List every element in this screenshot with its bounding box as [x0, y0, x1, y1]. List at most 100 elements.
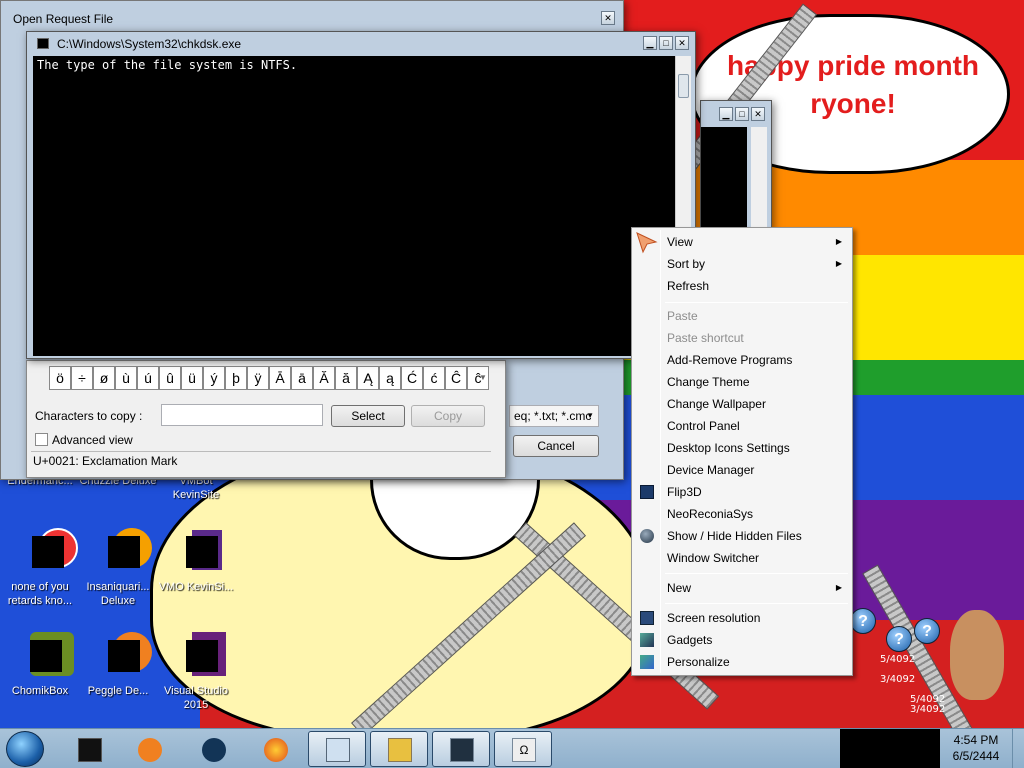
char-cell[interactable]: ö: [49, 366, 71, 390]
char-cell[interactable]: û: [159, 366, 181, 390]
minimize-button[interactable]: ▁: [719, 107, 733, 121]
desktop-icon-label: VMO KevinSi...: [158, 581, 234, 593]
file-type-select[interactable]: eq; *.txt; *.cmc ▼: [509, 405, 599, 427]
app-icon: [172, 632, 226, 680]
menu-item-sort-by[interactable]: Sort by ▶: [634, 253, 850, 275]
calculator-icon: [326, 738, 350, 762]
char-cell[interactable]: ø: [93, 366, 115, 390]
minimize-button[interactable]: ▁: [643, 36, 657, 50]
scroll-down-icon[interactable]: ▼: [479, 373, 487, 382]
char-cell[interactable]: þ: [225, 366, 247, 390]
cmd-icon: [78, 738, 102, 762]
gadget-area: ? ? ? 5/4092 3/4092 5/4092 3/4092: [840, 580, 1020, 730]
cancel-button[interactable]: Cancel: [513, 435, 599, 457]
globe-icon: [640, 529, 654, 543]
character-grid[interactable]: ö ÷ ø ù ú û ü ý þ ÿ Ā ā Ă ă Ą ą Ć ć Ĉ ĉ: [49, 366, 489, 390]
menu-item-personalize[interactable]: Personalize: [634, 651, 850, 673]
menu-item-view[interactable]: View ▶: [634, 231, 850, 253]
menu-label: Device Manager: [667, 463, 755, 477]
clock[interactable]: 4:54 PM 6/5/2444: [944, 732, 1008, 764]
menu-item-device-manager[interactable]: Device Manager: [634, 459, 850, 481]
app-icon: [16, 528, 78, 576]
desktop-icon-insaniquarium[interactable]: Insaniquari... Deluxe: [78, 528, 158, 608]
menu-item-window-switcher[interactable]: Window Switcher: [634, 547, 850, 569]
maximize-button[interactable]: □: [659, 36, 673, 50]
menu-label: Gadgets: [667, 633, 713, 647]
characters-to-copy-input[interactable]: [161, 404, 323, 426]
char-cell[interactable]: Ć: [401, 366, 423, 390]
taskbar-item-media-player[interactable]: [120, 731, 178, 767]
close-button[interactable]: ✕: [675, 36, 689, 50]
submenu-arrow-icon: ▶: [835, 237, 842, 246]
select-button[interactable]: Select: [331, 405, 405, 427]
menu-item-neoreconiasys[interactable]: NeoReconiaSys: [634, 503, 850, 525]
desktop-icon-none-of-you[interactable]: none of you retards kno...: [0, 528, 80, 608]
menu-item-desktop-icons-settings[interactable]: Desktop Icons Settings: [634, 437, 850, 459]
hamster-gadget[interactable]: [950, 610, 1004, 700]
charmap-icon: Ω: [512, 738, 536, 762]
menu-item-refresh[interactable]: Refresh: [634, 275, 850, 297]
menu-label: View: [667, 235, 693, 249]
menu-item-change-theme[interactable]: Change Theme: [634, 371, 850, 393]
char-cell[interactable]: ù: [115, 366, 137, 390]
app-icon: [94, 632, 152, 680]
char-cell[interactable]: ă: [335, 366, 357, 390]
char-cell[interactable]: Ą: [357, 366, 379, 390]
desktop-icon-chomikbox[interactable]: ChomikBox: [0, 632, 80, 698]
gadgets-icon: [640, 633, 654, 647]
char-cell[interactable]: Ā: [269, 366, 291, 390]
desktop-icon-vmo[interactable]: VMO KevinSi...: [156, 528, 236, 594]
char-cell[interactable]: ü: [181, 366, 203, 390]
taskbar-item-cmd[interactable]: [60, 731, 118, 767]
char-cell[interactable]: Ĉ: [445, 366, 467, 390]
taskbar-item-chkdsk[interactable]: [432, 731, 490, 767]
char-cell[interactable]: ą: [379, 366, 401, 390]
menu-item-show-hide-hidden-files[interactable]: Show / Hide Hidden Files: [634, 525, 850, 547]
help-icon[interactable]: ?: [886, 626, 912, 652]
close-button[interactable]: ✕: [601, 11, 615, 25]
maximize-button[interactable]: □: [735, 107, 749, 121]
char-cell[interactable]: Ă: [313, 366, 335, 390]
file-type-value: eq; *.txt; *.cmc: [514, 409, 592, 423]
media-player-icon: [138, 738, 162, 762]
console-output[interactable]: The type of the file system is NTFS.: [33, 56, 677, 356]
show-desktop-button[interactable]: [1012, 729, 1024, 768]
menu-item-paste[interactable]: Paste: [634, 305, 850, 327]
taskbar-item-steam[interactable]: [184, 731, 242, 767]
char-cell[interactable]: ć: [423, 366, 445, 390]
start-button[interactable]: [6, 731, 44, 767]
clock-time: 4:54 PM: [953, 733, 999, 747]
help-icon[interactable]: ?: [914, 618, 940, 644]
char-cell[interactable]: ÷: [71, 366, 93, 390]
taskbar-item-firefox[interactable]: [246, 731, 304, 767]
menu-item-gadgets[interactable]: Gadgets: [634, 629, 850, 651]
char-cell[interactable]: ý: [203, 366, 225, 390]
menu-item-flip3d[interactable]: Flip3D: [634, 481, 850, 503]
scrollbar-thumb[interactable]: [678, 74, 689, 98]
menu-item-change-wallpaper[interactable]: Change Wallpaper: [634, 393, 850, 415]
menu-item-new[interactable]: New ▶: [634, 577, 850, 599]
char-cell[interactable]: ú: [137, 366, 159, 390]
title-bar[interactable]: C:\Windows\System32\chkdsk.exe ▁ □ ✕: [27, 32, 695, 56]
copy-button[interactable]: Copy: [411, 405, 485, 427]
char-cell[interactable]: ÿ: [247, 366, 269, 390]
clock-date: 6/5/2444: [952, 749, 1000, 763]
help-icon[interactable]: ?: [850, 608, 876, 634]
taskbar-item-charmap[interactable]: Ω: [494, 731, 552, 767]
menu-item-paste-shortcut[interactable]: Paste shortcut: [634, 327, 850, 349]
desktop-icon-visual-studio[interactable]: Visual Studio 2015: [156, 632, 236, 712]
taskbar-item-calculator[interactable]: [308, 731, 366, 767]
close-button[interactable]: ✕: [751, 107, 765, 121]
char-cell[interactable]: ā: [291, 366, 313, 390]
taskbar-item-keys[interactable]: [370, 731, 428, 767]
status-bar: U+0021: Exclamation Mark: [33, 454, 178, 468]
banner-line-1: happy pride month: [727, 50, 979, 81]
menu-item-control-panel[interactable]: Control Panel: [634, 415, 850, 437]
menu-item-screen-resolution[interactable]: Screen resolution: [634, 607, 850, 629]
menu-item-add-remove-programs[interactable]: Add-Remove Programs: [634, 349, 850, 371]
advanced-view-checkbox[interactable]: [35, 433, 48, 446]
advanced-view-label: Advanced view: [52, 433, 133, 447]
personalize-icon: [640, 655, 654, 669]
desktop-icon-peggle[interactable]: Peggle De...: [78, 632, 158, 698]
copy-label: Characters to copy :: [35, 409, 143, 423]
